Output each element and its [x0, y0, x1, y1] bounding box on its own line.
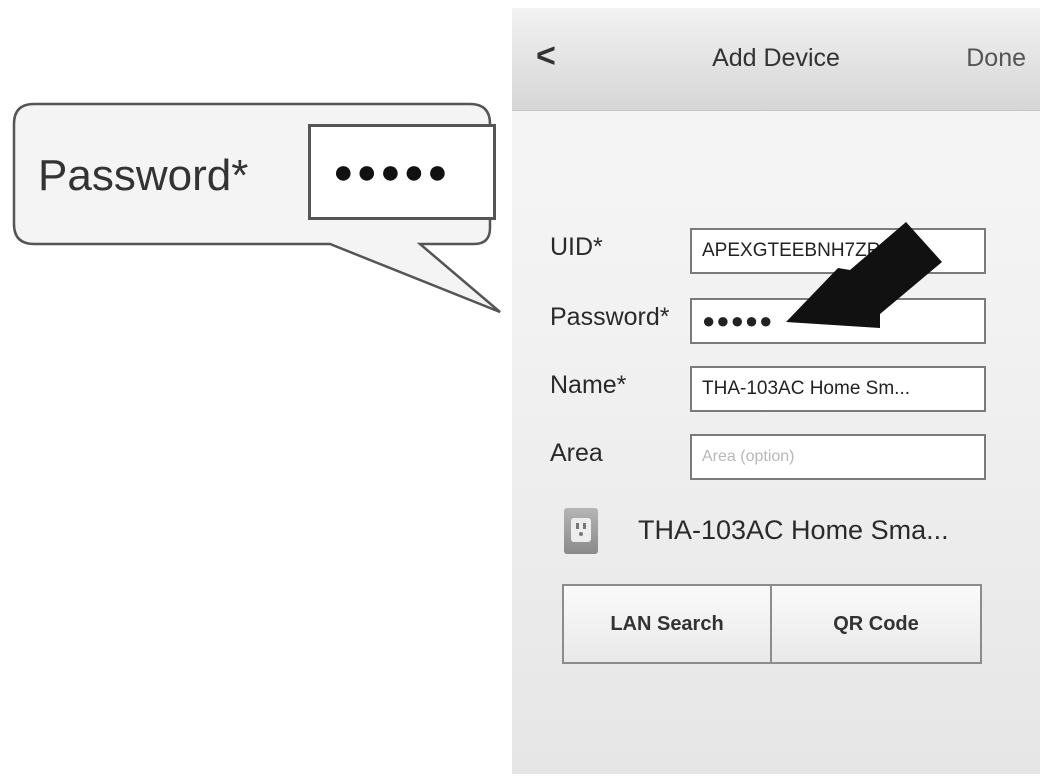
pointer-arrow-icon: [786, 222, 942, 328]
